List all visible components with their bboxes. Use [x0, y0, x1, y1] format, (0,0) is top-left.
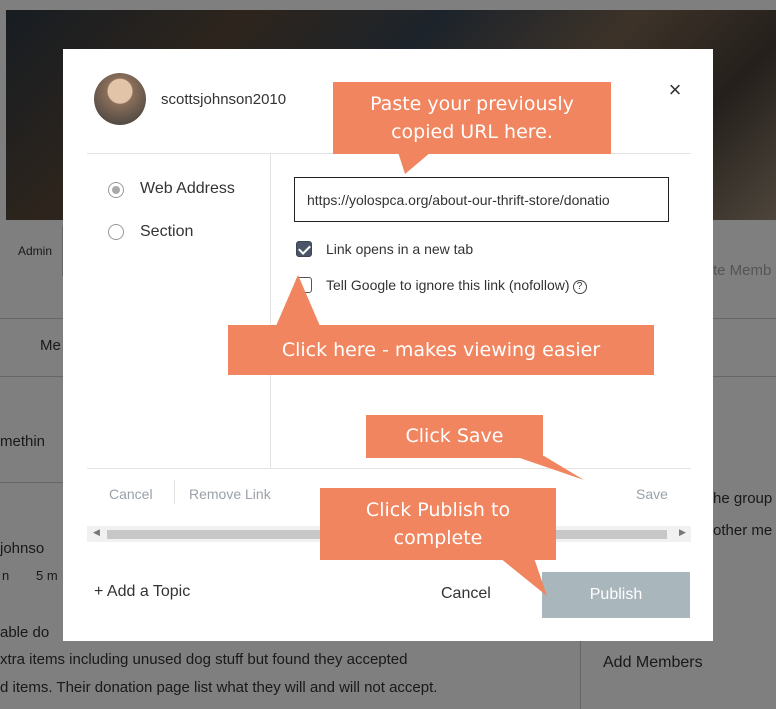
scroll-left-icon[interactable]: ◀: [93, 527, 100, 538]
callout-text: Click Save: [405, 425, 504, 447]
avatar: [94, 73, 146, 125]
save-link-button[interactable]: Save: [636, 486, 668, 502]
callout-pointer: [276, 275, 320, 326]
divider: [87, 468, 691, 469]
web-address-radio[interactable]: [108, 182, 124, 198]
close-icon[interactable]: ×: [663, 79, 687, 103]
remove-link-button[interactable]: Remove Link: [189, 486, 271, 502]
help-icon[interactable]: ?: [572, 280, 587, 294]
username: scottsjohnson2010: [161, 91, 287, 108]
callout-pointer: [398, 152, 431, 174]
web-address-label[interactable]: Web Address: [140, 180, 235, 198]
callout-pointer: [514, 456, 584, 480]
paste-url-callout: Paste your previously copied URL here.: [333, 82, 611, 174]
callout-line: complete: [393, 527, 483, 549]
click-publish-callout: Click Publish to complete: [320, 488, 556, 596]
divider: [174, 480, 175, 504]
cancel-link-button[interactable]: Cancel: [109, 486, 153, 502]
add-topic-button[interactable]: + Add a Topic: [94, 583, 190, 601]
divider: [270, 154, 271, 468]
nofollow-option[interactable]: Tell Google to ignore this link (nofollo…: [326, 277, 587, 294]
scroll-right-icon[interactable]: ▶: [679, 527, 686, 538]
callout-pointer: [500, 558, 547, 596]
section-label[interactable]: Section: [140, 223, 193, 241]
callout-line: Click Publish to: [365, 499, 511, 521]
click-here-callout: Click here - makes viewing easier: [228, 275, 654, 375]
new-tab-checkbox[interactable]: [296, 241, 312, 257]
section-radio[interactable]: [108, 224, 124, 240]
nofollow-label: Tell Google to ignore this link (nofollo…: [326, 277, 570, 293]
new-tab-label[interactable]: Link opens in a new tab: [326, 241, 473, 257]
cancel-button[interactable]: Cancel: [441, 585, 491, 603]
callout-text: Click here - makes viewing easier: [281, 339, 601, 361]
callout-line: Paste your previously: [370, 93, 574, 115]
url-input[interactable]: [294, 177, 669, 222]
callout-line: copied URL here.: [391, 121, 553, 143]
click-save-callout: Click Save: [366, 415, 584, 480]
publish-button[interactable]: Publish: [542, 572, 690, 618]
